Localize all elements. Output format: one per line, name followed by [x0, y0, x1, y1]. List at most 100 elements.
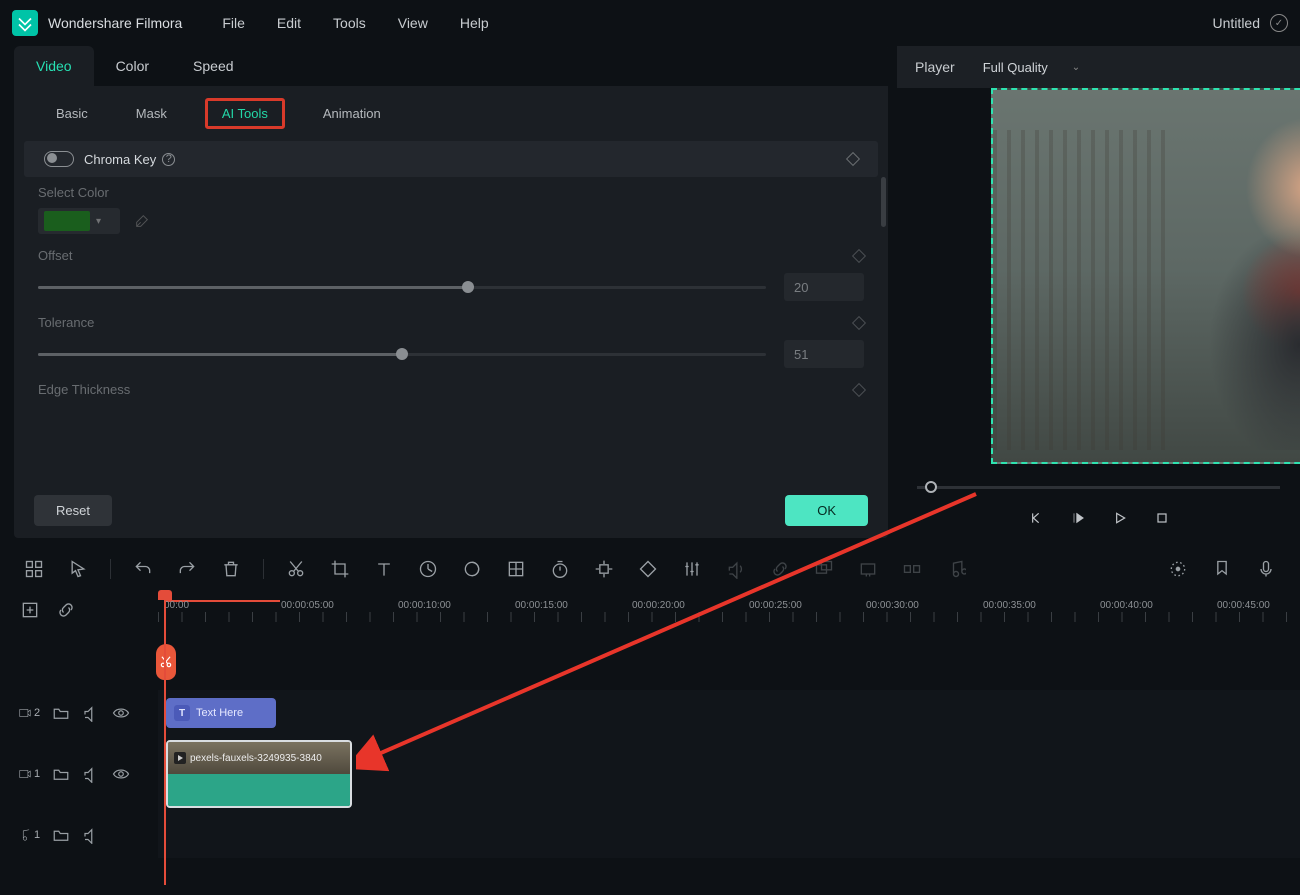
edge-keyframe-icon[interactable]	[852, 382, 866, 396]
stop-icon[interactable]	[1152, 508, 1172, 528]
video-clip-label: pexels-fauxels-3249935-3840	[190, 753, 322, 764]
render-preview-icon[interactable]	[1168, 559, 1188, 579]
tolerance-slider-thumb[interactable]	[396, 348, 408, 360]
keyframe-icon[interactable]	[638, 559, 658, 579]
tab-color[interactable]: Color	[94, 46, 171, 86]
menu-edit[interactable]: Edit	[277, 15, 301, 31]
visibility-icon[interactable]	[112, 703, 130, 723]
tolerance-value[interactable]: 51	[784, 340, 864, 368]
text-icon[interactable]	[374, 559, 394, 579]
menu-help[interactable]: Help	[460, 15, 489, 31]
text-clip[interactable]: T Text Here	[166, 698, 276, 728]
help-icon[interactable]: ?	[162, 153, 175, 166]
reset-button[interactable]: Reset	[34, 495, 112, 526]
voiceover-icon[interactable]	[1256, 559, 1276, 579]
app-title: Wondershare Filmora	[48, 15, 182, 31]
cloud-sync-icon[interactable]: ✓	[1270, 14, 1288, 32]
tab-video[interactable]: Video	[14, 46, 94, 86]
ruler-time: 00:00:20:00	[632, 600, 685, 611]
group-icon[interactable]	[814, 559, 834, 579]
visibility-icon[interactable]	[112, 764, 130, 784]
edge-thickness-label: Edge Thickness	[38, 382, 130, 397]
track-video2[interactable]: T Text Here	[158, 690, 1300, 736]
speed-ramp-icon[interactable]	[418, 559, 438, 579]
menu-file[interactable]: File	[222, 15, 245, 31]
tab-speed[interactable]: Speed	[171, 46, 255, 86]
track-audio1[interactable]	[158, 812, 1300, 858]
adjust-icon[interactable]	[506, 559, 526, 579]
delete-icon[interactable]	[221, 559, 241, 579]
export-frame-icon[interactable]	[858, 559, 878, 579]
offset-slider-thumb[interactable]	[462, 281, 474, 293]
chroma-toggle[interactable]	[44, 151, 74, 167]
mixer-icon[interactable]	[682, 559, 702, 579]
cut-icon[interactable]	[286, 559, 306, 579]
color-icon[interactable]	[462, 559, 482, 579]
ok-button[interactable]: OK	[785, 495, 868, 526]
preview-area[interactable]	[897, 88, 1300, 476]
ruler-time: 00:00:40:00	[1100, 600, 1153, 611]
app-logo-icon	[12, 10, 38, 36]
tolerance-slider[interactable]	[38, 353, 766, 356]
quality-select[interactable]: Full Quality ⌄	[973, 56, 1090, 79]
pointer-icon[interactable]	[68, 559, 88, 579]
motion-tracking-icon[interactable]	[594, 559, 614, 579]
select-color-label: Select Color	[38, 185, 864, 200]
render-icon[interactable]	[902, 559, 922, 579]
chroma-key-header[interactable]: Chroma Key ?	[24, 141, 878, 177]
link-icon[interactable]	[770, 559, 790, 579]
ruler-time: 00:00	[164, 600, 189, 611]
player-header: Player Full Quality ⌄	[897, 46, 1300, 88]
layout-icon[interactable]	[24, 559, 44, 579]
project-name[interactable]: Untitled	[1213, 15, 1260, 31]
track-link-icon[interactable]	[56, 600, 76, 620]
player-scrub[interactable]	[897, 476, 1300, 498]
color-picker-button[interactable]: ▾	[38, 208, 120, 234]
menu-tools[interactable]: Tools	[333, 15, 366, 31]
mute-icon[interactable]	[82, 825, 100, 845]
mute-icon[interactable]	[82, 703, 100, 723]
preview-frame[interactable]	[991, 88, 1300, 464]
add-track-icon[interactable]	[20, 600, 40, 620]
redo-icon[interactable]	[177, 559, 197, 579]
undo-icon[interactable]	[133, 559, 153, 579]
play-pause-icon[interactable]	[1068, 508, 1088, 528]
offset-value[interactable]: 20	[784, 273, 864, 301]
play-icon[interactable]	[1110, 508, 1130, 528]
text-clip-label: Text Here	[196, 707, 243, 719]
subtab-animation[interactable]: Animation	[313, 102, 391, 125]
mute-icon[interactable]	[82, 764, 100, 784]
detach-audio-icon[interactable]	[726, 559, 746, 579]
folder-icon[interactable]	[52, 703, 70, 723]
timeline-ruler[interactable]: 00:0000:00:05:0000:00:10:0000:00:15:0000…	[158, 590, 1300, 630]
timeline-content[interactable]: 00:0000:00:05:0000:00:10:0000:00:15:0000…	[158, 590, 1300, 858]
folder-icon[interactable]	[52, 825, 70, 845]
playhead[interactable]	[164, 590, 166, 885]
cut-handle-icon[interactable]	[156, 644, 176, 680]
chroma-keyframe-icon[interactable]	[846, 152, 860, 166]
timer-icon[interactable]	[550, 559, 570, 579]
video-track-icon: 1	[18, 767, 40, 781]
chevron-down-icon: ⌄	[1072, 62, 1080, 73]
video-clip[interactable]: pexels-fauxels-3249935-3840	[166, 740, 352, 808]
subtab-mask[interactable]: Mask	[126, 102, 177, 125]
offset-label: Offset	[38, 248, 72, 263]
menu-view[interactable]: View	[398, 15, 428, 31]
folder-icon[interactable]	[52, 764, 70, 784]
crop-icon[interactable]	[330, 559, 350, 579]
ruler-time: 00:00:45:00	[1217, 600, 1270, 611]
track-video1[interactable]: pexels-fauxels-3249935-3840	[158, 736, 1300, 812]
scrollbar[interactable]	[881, 177, 886, 227]
tolerance-keyframe-icon[interactable]	[852, 315, 866, 329]
audio-music-icon[interactable]	[946, 559, 966, 579]
eyedropper-icon[interactable]	[134, 213, 150, 229]
prev-frame-icon[interactable]	[1026, 508, 1046, 528]
offset-slider[interactable]	[38, 286, 766, 289]
marker-icon[interactable]	[1212, 559, 1232, 579]
subtab-basic[interactable]: Basic	[46, 102, 98, 125]
subtab-ai-tools[interactable]: AI Tools	[205, 98, 285, 129]
ruler-time: 00:00:25:00	[749, 600, 802, 611]
offset-keyframe-icon[interactable]	[852, 248, 866, 262]
timeline-toolbar	[0, 548, 1300, 590]
scrub-thumb[interactable]	[925, 481, 937, 493]
